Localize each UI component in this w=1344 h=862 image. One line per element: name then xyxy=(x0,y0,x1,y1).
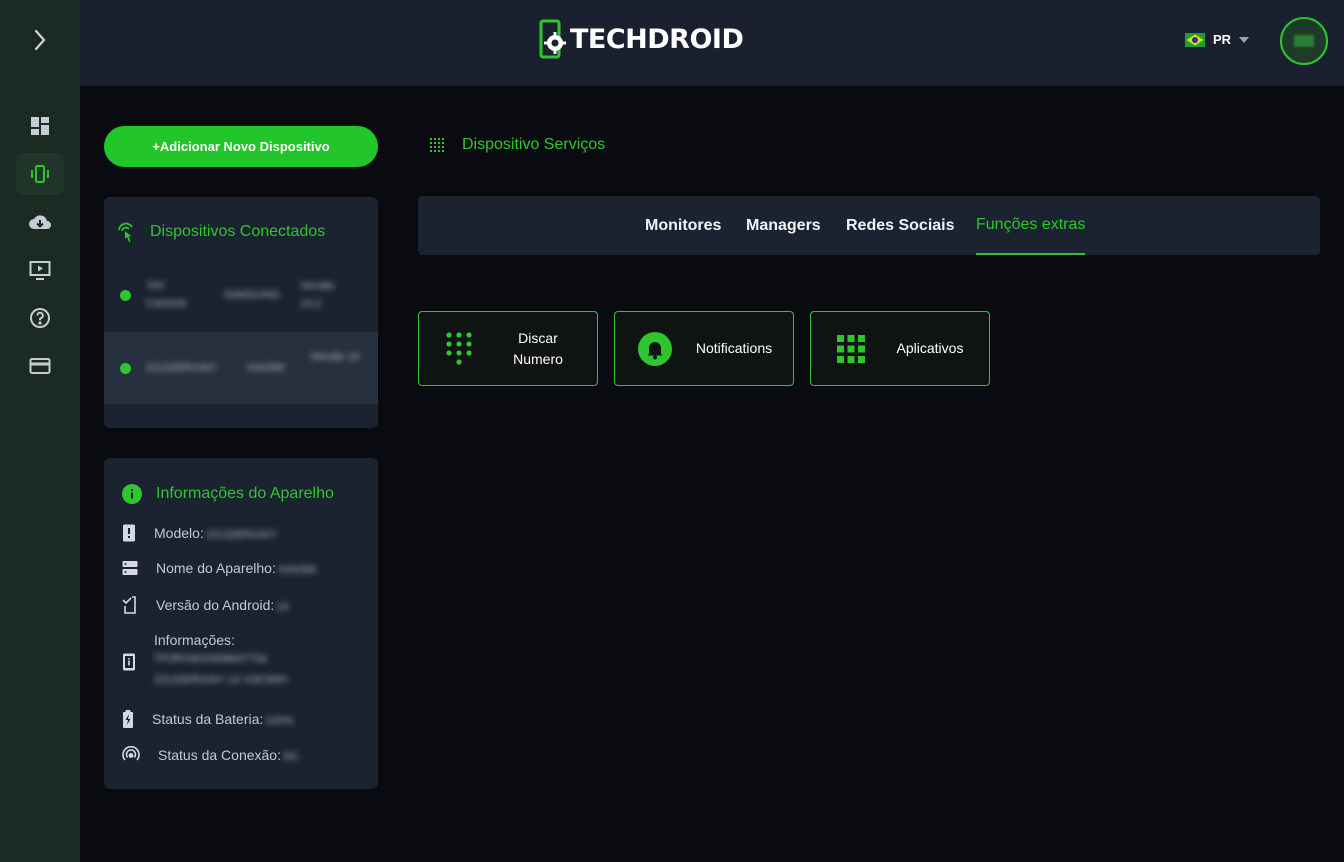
info-details: Informações: TP2RXW1000864770e 22132ERXA… xyxy=(122,632,324,691)
tab-monitores[interactable]: Monitores xyxy=(645,196,721,255)
connected-devices-header: Dispositivos Conectados xyxy=(116,221,325,243)
language-code: PR xyxy=(1213,32,1232,47)
user-avatar[interactable] xyxy=(1280,17,1328,65)
apps-label: Aplicativos xyxy=(896,340,964,356)
info-value: 14 xyxy=(276,601,289,613)
sidebar-item-help[interactable] xyxy=(16,297,64,339)
dialpad-icon xyxy=(441,330,477,368)
info-android-version: Versão do Android: 14 xyxy=(122,596,289,614)
info-value: 22132ERXAIY xyxy=(205,529,277,541)
info-label: Informações: xyxy=(154,632,235,648)
cloud-download-icon xyxy=(29,215,51,229)
services-title: Dispositivo Serviços xyxy=(462,136,606,153)
sidebar-item-dashboard[interactable] xyxy=(16,105,64,147)
tab-funcoes-extras[interactable]: Funções extras xyxy=(976,196,1086,255)
services-section-title: Dispositivo Serviços xyxy=(430,136,605,154)
sidebar-item-payments[interactable] xyxy=(16,345,64,387)
info-label: Nome do Aparelho: xyxy=(156,560,276,576)
brand-name: TECHDROID xyxy=(570,23,744,55)
info-label: Modelo: xyxy=(154,525,204,541)
device-vibrate-icon xyxy=(31,165,49,183)
dial-number-line1: Discar xyxy=(518,329,558,346)
device-version: Versão 13.2 xyxy=(300,280,335,310)
online-status-dot xyxy=(120,290,131,301)
info-label: Status da Bateria: xyxy=(152,711,264,727)
device-brand: SAMSUNG xyxy=(224,289,280,301)
notifications-label: Notifications xyxy=(695,340,773,356)
dial-number-label: Discar Numero xyxy=(479,328,597,370)
phone-alert-icon xyxy=(123,524,135,542)
connected-devices-panel: Dispositivos Conectados TAY CASIO6 SAMSU… xyxy=(104,197,378,428)
info-circle-icon xyxy=(122,484,142,504)
brand-logo[interactable]: TECHDROID xyxy=(538,19,744,59)
avatar-image xyxy=(1294,35,1314,47)
dot-grid-icon xyxy=(430,138,444,152)
info-value: 100% xyxy=(265,715,294,727)
add-device-button[interactable]: +Adicionar Novo Dispositivo xyxy=(104,126,378,167)
info-value: 5G xyxy=(282,751,298,763)
sidebar xyxy=(0,0,80,862)
phone-check-icon xyxy=(122,596,136,614)
device-info-header: Informações do Aparelho xyxy=(122,484,334,504)
info-value: XIAOMI xyxy=(277,564,317,576)
tab-redes-sociais[interactable]: Redes Sociais xyxy=(846,196,955,255)
apps-button[interactable]: Aplicativos xyxy=(810,311,990,386)
monitor-play-icon xyxy=(29,261,51,280)
device-version: Versão 14 xyxy=(310,351,360,363)
device-row[interactable]: 22132ERXAIY XIAOMI Versão 14 xyxy=(104,332,378,404)
device-info-panel: Informações do Aparelho Modelo: 22132ERXA… xyxy=(104,458,378,789)
info-battery-status: Status da Bateria: 100% xyxy=(122,710,293,728)
notifications-button[interactable]: Notifications xyxy=(614,311,794,386)
device-name: 22132ERXAIY xyxy=(146,362,217,374)
language-selector[interactable]: PR xyxy=(1185,32,1250,47)
info-model: Modelo: 22132ERXAIY xyxy=(122,524,277,542)
device-brand: XIAOMI xyxy=(246,362,285,374)
brazil-flag-icon xyxy=(1185,32,1205,47)
chevron-right-icon xyxy=(34,29,46,51)
credit-card-icon xyxy=(29,358,51,374)
dial-number-button[interactable]: Discar Numero xyxy=(418,311,598,386)
info-label: Versão do Android: xyxy=(156,597,275,613)
services-tabs: Monitores Managers Redes Sociais Funções… xyxy=(418,196,1320,255)
info-connection-status: Status da Conexão: 5G xyxy=(122,746,298,764)
signal-broadcast-icon xyxy=(122,746,140,761)
device-info-title: Informações do Aparelho xyxy=(156,485,334,502)
sidebar-item-cloud-download[interactable] xyxy=(16,201,64,243)
apps-grid-icon xyxy=(833,330,869,368)
touch-signal-icon xyxy=(118,222,133,242)
gear-phone-logo-icon xyxy=(539,19,566,59)
sidebar-item-media[interactable] xyxy=(16,249,64,291)
bell-icon xyxy=(637,330,673,368)
device-row[interactable]: TAY CASIO6 SAMSUNG Versão 13.2 xyxy=(104,257,378,329)
help-circle-icon xyxy=(30,308,50,328)
server-icon xyxy=(122,561,138,575)
dashboard-icon xyxy=(31,117,49,135)
phone-info-icon xyxy=(123,653,135,670)
online-status-dot xyxy=(120,363,131,374)
top-header: TECHDROID PR xyxy=(80,0,1344,86)
battery-charging-icon xyxy=(123,710,133,728)
expand-sidebar-button[interactable] xyxy=(20,20,60,60)
info-value: TP2RXW1000864770e 22132ERXAIY 14 V2KSNH xyxy=(154,653,288,686)
connected-devices-title: Dispositivos Conectados xyxy=(150,223,326,240)
device-name: TAY CASIO6 xyxy=(146,280,187,310)
info-device-name: Nome do Aparelho: XIAOMI xyxy=(122,560,316,576)
caret-down-icon xyxy=(1239,36,1250,43)
tab-managers[interactable]: Managers xyxy=(746,196,821,255)
dial-number-line2: Numero xyxy=(513,350,563,367)
sidebar-item-devices[interactable] xyxy=(16,153,64,195)
info-label: Status da Conexão: xyxy=(158,747,281,763)
